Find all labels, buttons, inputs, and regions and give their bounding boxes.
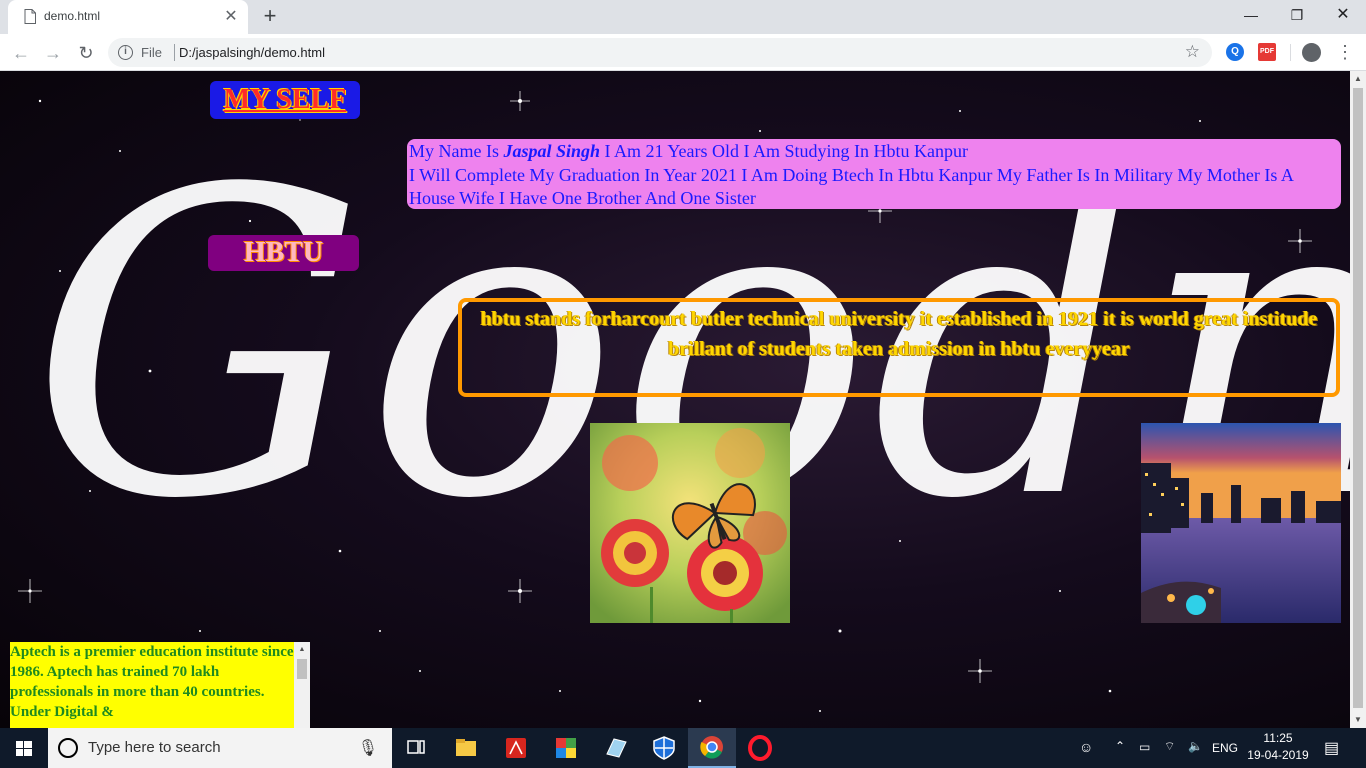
aptech-text: Aptech is a premier education institute … <box>10 644 294 720</box>
task-view-icon[interactable] <box>392 728 440 768</box>
info-line2: brillant of students taken admission in … <box>668 338 1130 360</box>
scroll-down-arrow-icon[interactable]: ▼ <box>1350 712 1366 728</box>
aptech-scroll-thumb[interactable] <box>297 659 307 679</box>
microphone-icon[interactable]: 🎙 <box>358 738 378 758</box>
page-scrollbar[interactable]: ▲ ▼ <box>1350 71 1366 728</box>
search-placeholder: Type here to search <box>88 739 221 756</box>
aptech-scroll-box[interactable]: Aptech is a premier education institute … <box>10 642 310 728</box>
bookmark-star-icon[interactable]: ☆ <box>1185 42 1200 62</box>
bio-text-box: My Name Is Jaspal Singh I Am 21 Years Ol… <box>407 139 1341 209</box>
bio-line2: I Will Complete My Graduation In Year 20… <box>409 164 1293 209</box>
city-image <box>1141 423 1341 623</box>
butterfly-image <box>590 423 790 623</box>
restore-button[interactable]: ❐ <box>1274 0 1320 30</box>
hbtu-info-box: hbtu stands forharcourt butler technical… <box>458 298 1340 397</box>
start-button[interactable] <box>0 728 48 768</box>
notifications-icon[interactable]: ▤ <box>1324 738 1339 758</box>
search-extension-icon[interactable]: Q <box>1226 43 1244 61</box>
forward-button[interactable]: → <box>40 40 66 66</box>
scroll-up-arrow-icon[interactable]: ▲ <box>1350 71 1366 87</box>
bio-line1-suffix: I Am 21 Years Old I Am Studying In Hbtu … <box>600 141 969 161</box>
clock-time[interactable]: 11:25 <box>1255 731 1301 745</box>
aptech-box-scrollbar[interactable]: ▲ <box>294 642 310 728</box>
taskbar-search[interactable]: Type here to search 🎙 <box>48 728 392 768</box>
url-text[interactable]: D:/jaspalsingh/demo.html <box>179 45 325 60</box>
close-window-button[interactable]: ✕ <box>1320 0 1366 30</box>
tab-title: demo.html <box>44 9 101 23</box>
info-icon[interactable]: i <box>118 45 133 60</box>
tab-strip: demo.html ✕ + — ❐ ✕ <box>0 0 1366 34</box>
bio-line1-prefix: My Name Is <box>409 141 504 161</box>
back-button[interactable]: ← <box>8 40 34 66</box>
language-indicator[interactable]: ENG <box>1212 741 1238 755</box>
scroll-up-arrow-icon[interactable]: ▲ <box>294 642 310 658</box>
windows-logo-icon <box>16 741 32 756</box>
page-scroll-thumb[interactable] <box>1353 88 1363 708</box>
minimize-button[interactable]: — <box>1228 0 1274 30</box>
file-explorer-icon[interactable] <box>442 728 490 768</box>
page-viewport: Goodnigh MY SELF My Name Is Jaspal Singh… <box>0 71 1366 728</box>
network-icon[interactable]: ⌔ <box>1164 739 1175 754</box>
info-line1: hbtu stands forharcourt butler technical… <box>480 308 1318 330</box>
scheme-label: File <box>141 45 162 60</box>
new-tab-button[interactable]: + <box>258 5 282 29</box>
address-bar[interactable]: i File D:/jaspalsingh/demo.html ☆ <box>108 38 1212 67</box>
toolbar-divider <box>1290 44 1291 61</box>
app-tiles-icon[interactable] <box>542 728 590 768</box>
profile-avatar-icon[interactable] <box>1302 43 1321 62</box>
reload-button[interactable]: ↻ <box>73 40 99 66</box>
volume-icon[interactable]: 🔈 <box>1188 739 1203 753</box>
browser-toolbar: ← → ↻ i File D:/jaspalsingh/demo.html ☆ … <box>0 34 1366 71</box>
people-icon[interactable]: ☺ <box>1079 739 1093 755</box>
battery-icon[interactable]: ▭ <box>1139 740 1150 754</box>
page-icon <box>24 9 36 24</box>
myself-button[interactable]: MY SELF <box>210 81 360 119</box>
omnibox-divider <box>174 44 175 61</box>
opera-icon[interactable] <box>736 728 784 768</box>
menu-dots-icon[interactable]: ⋮ <box>1336 40 1354 64</box>
show-hidden-icons-icon[interactable]: ⌃ <box>1115 739 1125 753</box>
hbtu-button[interactable]: HBTU <box>208 235 359 271</box>
windows-taskbar: Type here to search 🎙 ☺ ⌃ ▭ ⌔ 🔈 ENG 11:2… <box>0 728 1366 768</box>
browser-tab[interactable]: demo.html ✕ <box>8 0 248 34</box>
security-shield-icon[interactable] <box>640 728 688 768</box>
cortana-icon <box>58 738 78 758</box>
clock-date[interactable]: 19-04-2019 <box>1247 748 1309 762</box>
notes-app-icon[interactable] <box>592 728 640 768</box>
acrobat-icon[interactable] <box>492 728 540 768</box>
bio-name: Jaspal Singh <box>503 141 601 161</box>
pdf-extension-icon[interactable]: PDF <box>1258 43 1276 61</box>
chrome-taskbar-icon[interactable] <box>688 728 736 768</box>
close-tab-icon[interactable]: ✕ <box>222 8 240 26</box>
